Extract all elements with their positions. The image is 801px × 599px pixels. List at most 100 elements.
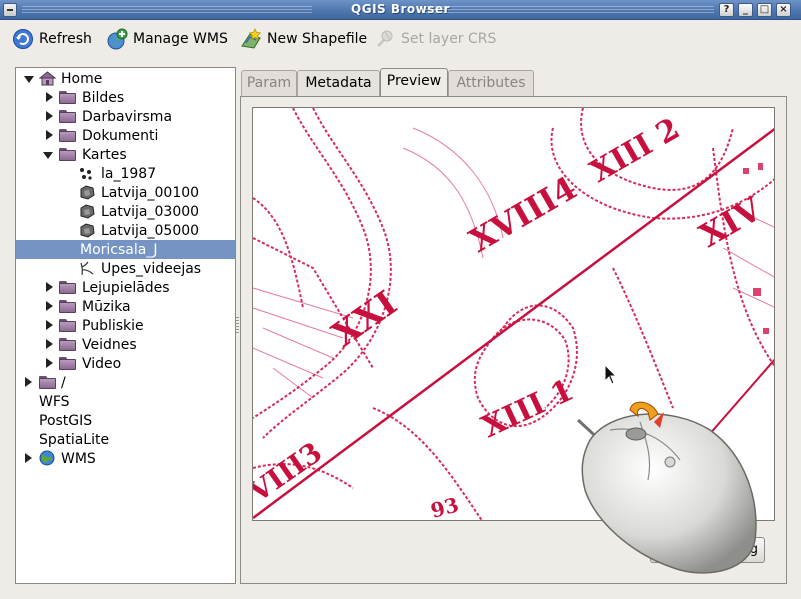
map-label: XIV <box>693 189 769 255</box>
tree-item-label: Kartes <box>82 146 127 163</box>
tree-item-label: Publiskie <box>82 317 144 334</box>
expand-arrow-icon[interactable] <box>25 377 32 387</box>
tree-item-root[interactable]: / <box>16 373 235 392</box>
tree-item-label: / <box>61 374 66 391</box>
tab-metadata[interactable]: Metadata <box>297 70 380 96</box>
map-label: XIII 2 <box>585 111 686 190</box>
expand-arrow-icon[interactable] <box>46 339 53 349</box>
tab-preview[interactable]: Preview <box>380 68 448 96</box>
tree-item-label: Latvija_03000 <box>101 203 200 220</box>
tree-item-label: Upes_videejas <box>101 260 202 277</box>
tree-item-label: Latvija_00100 <box>101 184 200 201</box>
refresh-icon <box>12 28 34 50</box>
map-label: XXI <box>325 283 404 355</box>
expand-arrow-icon[interactable] <box>46 92 53 102</box>
tree-item-veidnes[interactable]: Veidnes <box>16 335 235 354</box>
expand-arrow-icon[interactable] <box>46 111 53 121</box>
set-layer-crs-label: Set layer CRS <box>401 31 497 47</box>
folder-icon <box>59 319 76 332</box>
close-button[interactable]: × <box>776 3 791 17</box>
tree-item-video[interactable]: Video <box>16 354 235 373</box>
mouse-cursor-icon <box>604 363 618 390</box>
title-bar: QGIS Browser ? _ □ × <box>0 0 801 20</box>
map-label: VIII3 <box>253 436 328 510</box>
tree-item-label: PostGIS <box>39 412 93 429</box>
tree-item-label: Video <box>82 355 122 372</box>
set-layer-crs-button[interactable]: Set layer CRS <box>374 26 496 52</box>
tree-item-label: Dokumenti <box>82 127 159 144</box>
tree-item-spatialite[interactable]: SpatiaLite <box>16 430 235 449</box>
expand-arrow-icon[interactable] <box>46 358 53 368</box>
main-toolbar: Refresh Manage WMS New Shapefile Set lay… <box>0 21 801 57</box>
folder-icon <box>59 357 76 370</box>
folder-icon <box>59 129 76 142</box>
folder-open-icon <box>59 148 76 161</box>
collapse-arrow-icon[interactable] <box>24 76 34 83</box>
folder-icon <box>59 281 76 294</box>
folder-icon <box>59 338 76 351</box>
expand-arrow-icon[interactable] <box>46 282 53 292</box>
minimize-button[interactable]: _ <box>738 3 753 17</box>
tree-item-label: Moricsala_J <box>80 241 158 258</box>
tree-item-darbavirsma[interactable]: Darbavirsma <box>16 107 235 126</box>
home-icon <box>38 71 57 86</box>
tree-item-la-1987[interactable]: la_1987 <box>16 164 235 183</box>
tab-attributes[interactable]: Attributes <box>448 70 534 96</box>
expand-arrow-icon[interactable] <box>46 301 53 311</box>
tree-item-label: SpatiaLite <box>39 431 110 448</box>
tree-item-moricsala-j[interactable]: Moricsala_J <box>16 240 235 259</box>
help-button[interactable]: ? <box>719 3 734 17</box>
tree-item-latvija-00100[interactable]: Latvija_00100 <box>16 183 235 202</box>
tree-item-dokumenti[interactable]: Dokumenti <box>16 126 235 145</box>
tree-item-label: Veidnes <box>82 336 137 353</box>
folder-icon <box>59 300 76 313</box>
map-label: XIII 1 <box>477 373 579 446</box>
tree-item-label: Bildes <box>82 89 125 106</box>
expand-arrow-icon[interactable] <box>25 453 32 463</box>
tab-param[interactable]: Param <box>241 70 297 96</box>
tree-item-publiskie[interactable]: Publiskie <box>16 316 235 335</box>
tree-item-lejupielades[interactable]: Lejupielādes <box>16 278 235 297</box>
new-shapefile-button[interactable]: New Shapefile <box>240 26 367 52</box>
tree-item-latvija-05000[interactable]: Latvija_05000 <box>16 221 235 240</box>
tree-item-label: Home <box>61 70 103 87</box>
expand-arrow-icon[interactable] <box>46 320 53 330</box>
expand-arrow-icon[interactable] <box>46 130 53 140</box>
tree-item-latvija-03000[interactable]: Latvija_03000 <box>16 202 235 221</box>
refresh-button[interactable]: Refresh <box>12 26 92 52</box>
tree-item-home[interactable]: Home <box>16 69 235 88</box>
tree-item-label: WMS <box>61 450 96 467</box>
new-shapefile-label: New Shapefile <box>267 31 368 47</box>
tree-item-upes-videejas[interactable]: Upes_videejas <box>16 259 235 278</box>
tree-item-muzika[interactable]: Mūzika <box>16 297 235 316</box>
tree-item-label: la_1987 <box>101 165 157 182</box>
tree-item-label: Latvija_05000 <box>101 222 200 239</box>
tree-item-kartes[interactable]: Kartes <box>16 145 235 164</box>
tree-item-postgis[interactable]: PostGIS <box>16 411 235 430</box>
refresh-label: Refresh <box>39 31 92 47</box>
point-layer-icon <box>79 167 93 184</box>
computer-mouse-graphic <box>570 400 762 578</box>
map-label: 93 <box>428 492 461 521</box>
collapse-arrow-icon[interactable] <box>43 152 53 159</box>
globe-icon <box>39 450 55 470</box>
crs-icon <box>374 28 396 50</box>
tree-item-wms[interactable]: WMS <box>16 449 235 468</box>
tree-item-label: Darbavirsma <box>82 108 173 125</box>
folder-icon <box>39 376 56 389</box>
tree-item-label: Mūzika <box>82 298 131 315</box>
manage-wms-label: Manage WMS <box>133 31 228 47</box>
tree-item-wfs[interactable]: WFS <box>16 392 235 411</box>
tree-item-label: Lejupielādes <box>82 279 170 296</box>
tree-item-bildes[interactable]: Bildes <box>16 88 235 107</box>
tree-item-label: WFS <box>39 393 70 410</box>
splitter-handle[interactable] <box>236 317 239 333</box>
browser-tree[interactable]: Home Bildes Darbavirsma Dokumenti Kartes… <box>15 67 236 584</box>
manage-wms-button[interactable]: Manage WMS <box>106 26 228 52</box>
folder-icon <box>59 110 76 123</box>
wms-add-icon <box>106 28 128 50</box>
new-shapefile-icon <box>240 28 262 50</box>
maximize-button[interactable]: □ <box>757 3 772 17</box>
title-bar-grip <box>424 6 714 14</box>
folder-icon <box>59 91 76 104</box>
